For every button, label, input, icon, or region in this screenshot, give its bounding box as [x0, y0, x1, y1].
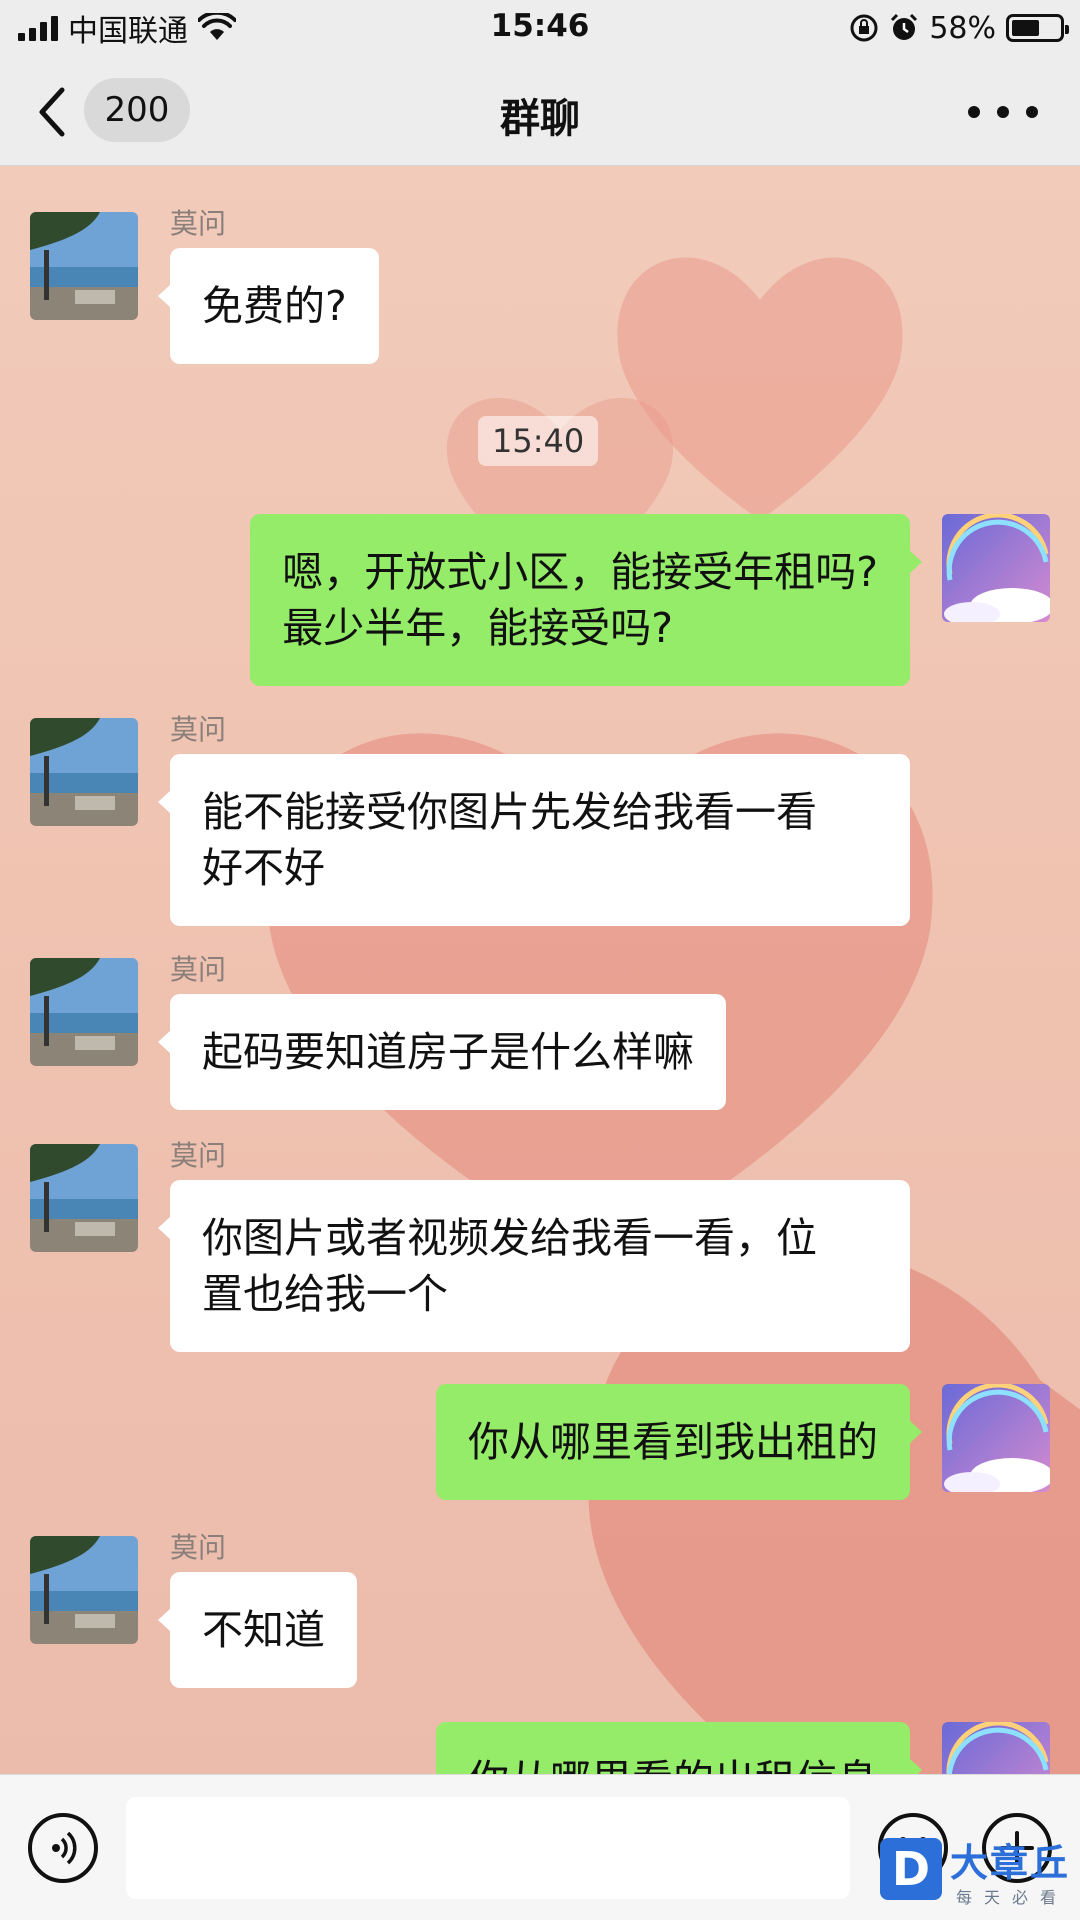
message-incoming: 莫问 免费的? — [0, 166, 1080, 366]
message-bubble[interactable]: 嗯，开放式小区，能接受年租吗? 最少半年，能接受吗? — [250, 514, 922, 686]
battery-level — [1012, 20, 1039, 36]
status-right: 58% — [849, 10, 1069, 46]
battery-icon — [1006, 14, 1069, 42]
message-timestamp: 15:40 — [478, 416, 599, 466]
message-bubble[interactable]: 你从哪里看到我出租的 — [436, 1384, 922, 1500]
sender-name: 莫问 — [170, 953, 227, 986]
watermark-title: 大章丘 — [950, 1841, 1071, 1885]
message-incoming: 莫问 不知道 — [0, 1524, 1080, 1688]
message-bubble[interactable]: 你图片或者视频发给我看一看，位 置也给我一个 — [158, 1180, 910, 1352]
avatar-self[interactable] — [942, 514, 1050, 622]
avatar[interactable] — [30, 1144, 138, 1252]
message-bubble[interactable]: 你从哪里看的出租信息 — [436, 1722, 922, 1774]
message-bubble[interactable]: 免费的? — [158, 248, 379, 364]
avatar[interactable] — [30, 1536, 138, 1644]
watermark-subtitle: 每天必看 — [956, 1888, 1069, 1907]
sender-name: 莫问 — [170, 207, 227, 240]
nav-bar: 200 群聊 — [0, 56, 1080, 166]
avatar[interactable] — [30, 958, 138, 1066]
avatar[interactable] — [30, 718, 138, 826]
more-dots-icon[interactable] — [968, 92, 1038, 132]
rotation-lock-icon — [850, 14, 878, 42]
page-title: 群聊 — [500, 96, 580, 142]
message-incoming: 莫问 能不能接受你图片先发给我看一看 好不好 — [0, 706, 1080, 926]
sender-name: 莫问 — [170, 1531, 227, 1564]
battery-percent: 58% — [929, 10, 996, 46]
chat-list: 莫问 免费的? 15:40 嗯，开放式小区，能接受年租吗? 最少半年，能接受吗? — [0, 166, 1080, 1774]
message-incoming: 莫问 你图片或者视频发给我看一看，位 置也给我一个 — [0, 1132, 1080, 1352]
watermark: D 大章丘 每天必看 — [880, 1826, 1080, 1920]
avatar-self[interactable] — [942, 1722, 1050, 1774]
message-bubble[interactable]: 不知道 — [158, 1572, 357, 1688]
message-incoming: 莫问 起码要知道房子是什么样嘛 — [0, 946, 1080, 1110]
message-bubble[interactable]: 起码要知道房子是什么样嘛 — [158, 994, 726, 1110]
chat-screen: 中国联通 15:46 58% 200 群聊 莫问 免费的? 15:40 嗯，开放… — [0, 0, 1080, 1920]
status-bar: 中国联通 15:46 58% — [0, 0, 1080, 56]
sender-name: 莫问 — [170, 1139, 227, 1172]
message-bubble[interactable]: 能不能接受你图片先发给我看一看 好不好 — [158, 754, 910, 926]
avatar-self[interactable] — [942, 1384, 1050, 1492]
watermark-logo: D — [880, 1838, 942, 1900]
alarm-icon — [891, 13, 918, 40]
message-input[interactable] — [126, 1797, 850, 1899]
sender-name: 莫问 — [170, 713, 227, 746]
message-outgoing: 你从哪里看到我出租的 — [0, 1384, 1080, 1504]
avatar[interactable] — [30, 212, 138, 320]
message-outgoing: 你从哪里看的出租信息 — [0, 1722, 1080, 1774]
voice-icon[interactable] — [28, 1813, 98, 1883]
message-outgoing: 嗯，开放式小区，能接受年租吗? 最少半年，能接受吗? — [0, 514, 1080, 694]
